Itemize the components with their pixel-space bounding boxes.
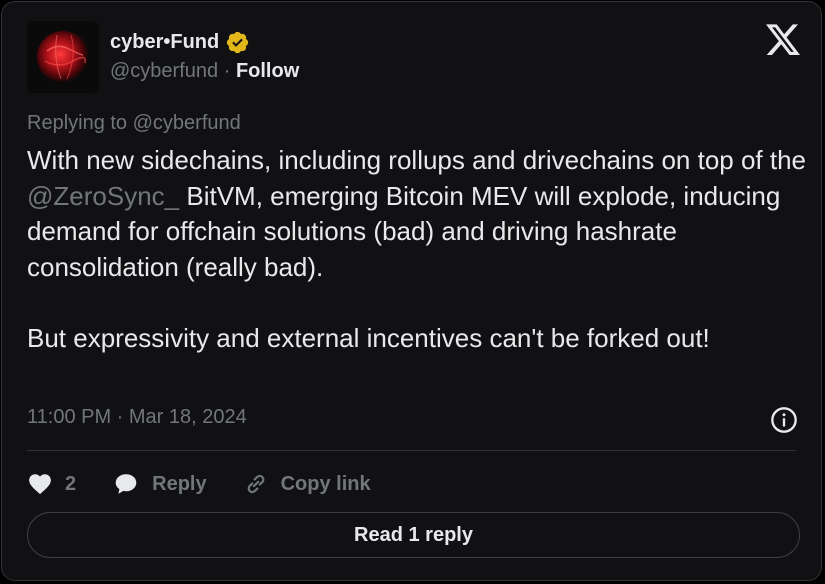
tweet-text: With new sidechains, including rollups a… bbox=[27, 143, 807, 356]
follow-button[interactable]: Follow bbox=[236, 60, 299, 82]
replying-to[interactable]: Replying to @cyberfund bbox=[27, 112, 241, 135]
avatar-image bbox=[37, 31, 89, 83]
timestamp[interactable]: 11:00 PM · Mar 18, 2024 bbox=[27, 406, 247, 429]
author-block: cyber•Fund @cyberfund · Follow bbox=[110, 28, 299, 85]
info-icon[interactable] bbox=[770, 406, 798, 434]
author-handle[interactable]: @cyberfund bbox=[110, 60, 218, 82]
mention-link[interactable]: @ZeroSync_ bbox=[27, 181, 179, 211]
tweet-paragraph-1: With new sidechains, including rollups a… bbox=[27, 143, 807, 285]
author-name[interactable]: cyber•Fund bbox=[110, 31, 219, 54]
copy-link-label: Copy link bbox=[280, 472, 371, 495]
heart-icon bbox=[29, 474, 51, 495]
tweet-paragraph-2: But expressivity and external incentives… bbox=[27, 322, 710, 353]
read-replies-button[interactable]: Read 1 reply bbox=[27, 512, 800, 558]
tweet-text-part-1: With new sidechains, including rollups a… bbox=[27, 145, 807, 175]
x-logo-icon[interactable] bbox=[766, 24, 800, 56]
reply-label: Reply bbox=[152, 472, 207, 495]
verified-badge-icon bbox=[225, 30, 250, 55]
speech-bubble-icon bbox=[115, 474, 137, 494]
reply-button[interactable]: Reply bbox=[112, 471, 207, 497]
link-icon bbox=[247, 474, 264, 494]
like-button[interactable]: 2 bbox=[27, 471, 76, 497]
separator-dot: · bbox=[223, 60, 231, 82]
divider bbox=[27, 450, 796, 451]
avatar[interactable] bbox=[27, 21, 99, 93]
tweet-card: cyber•Fund @cyberfund · Follow Replying … bbox=[1, 1, 822, 581]
copy-link-button[interactable]: Copy link bbox=[243, 471, 371, 497]
action-bar: 2 Reply Copy link bbox=[27, 466, 407, 502]
like-count: 2 bbox=[65, 472, 77, 495]
